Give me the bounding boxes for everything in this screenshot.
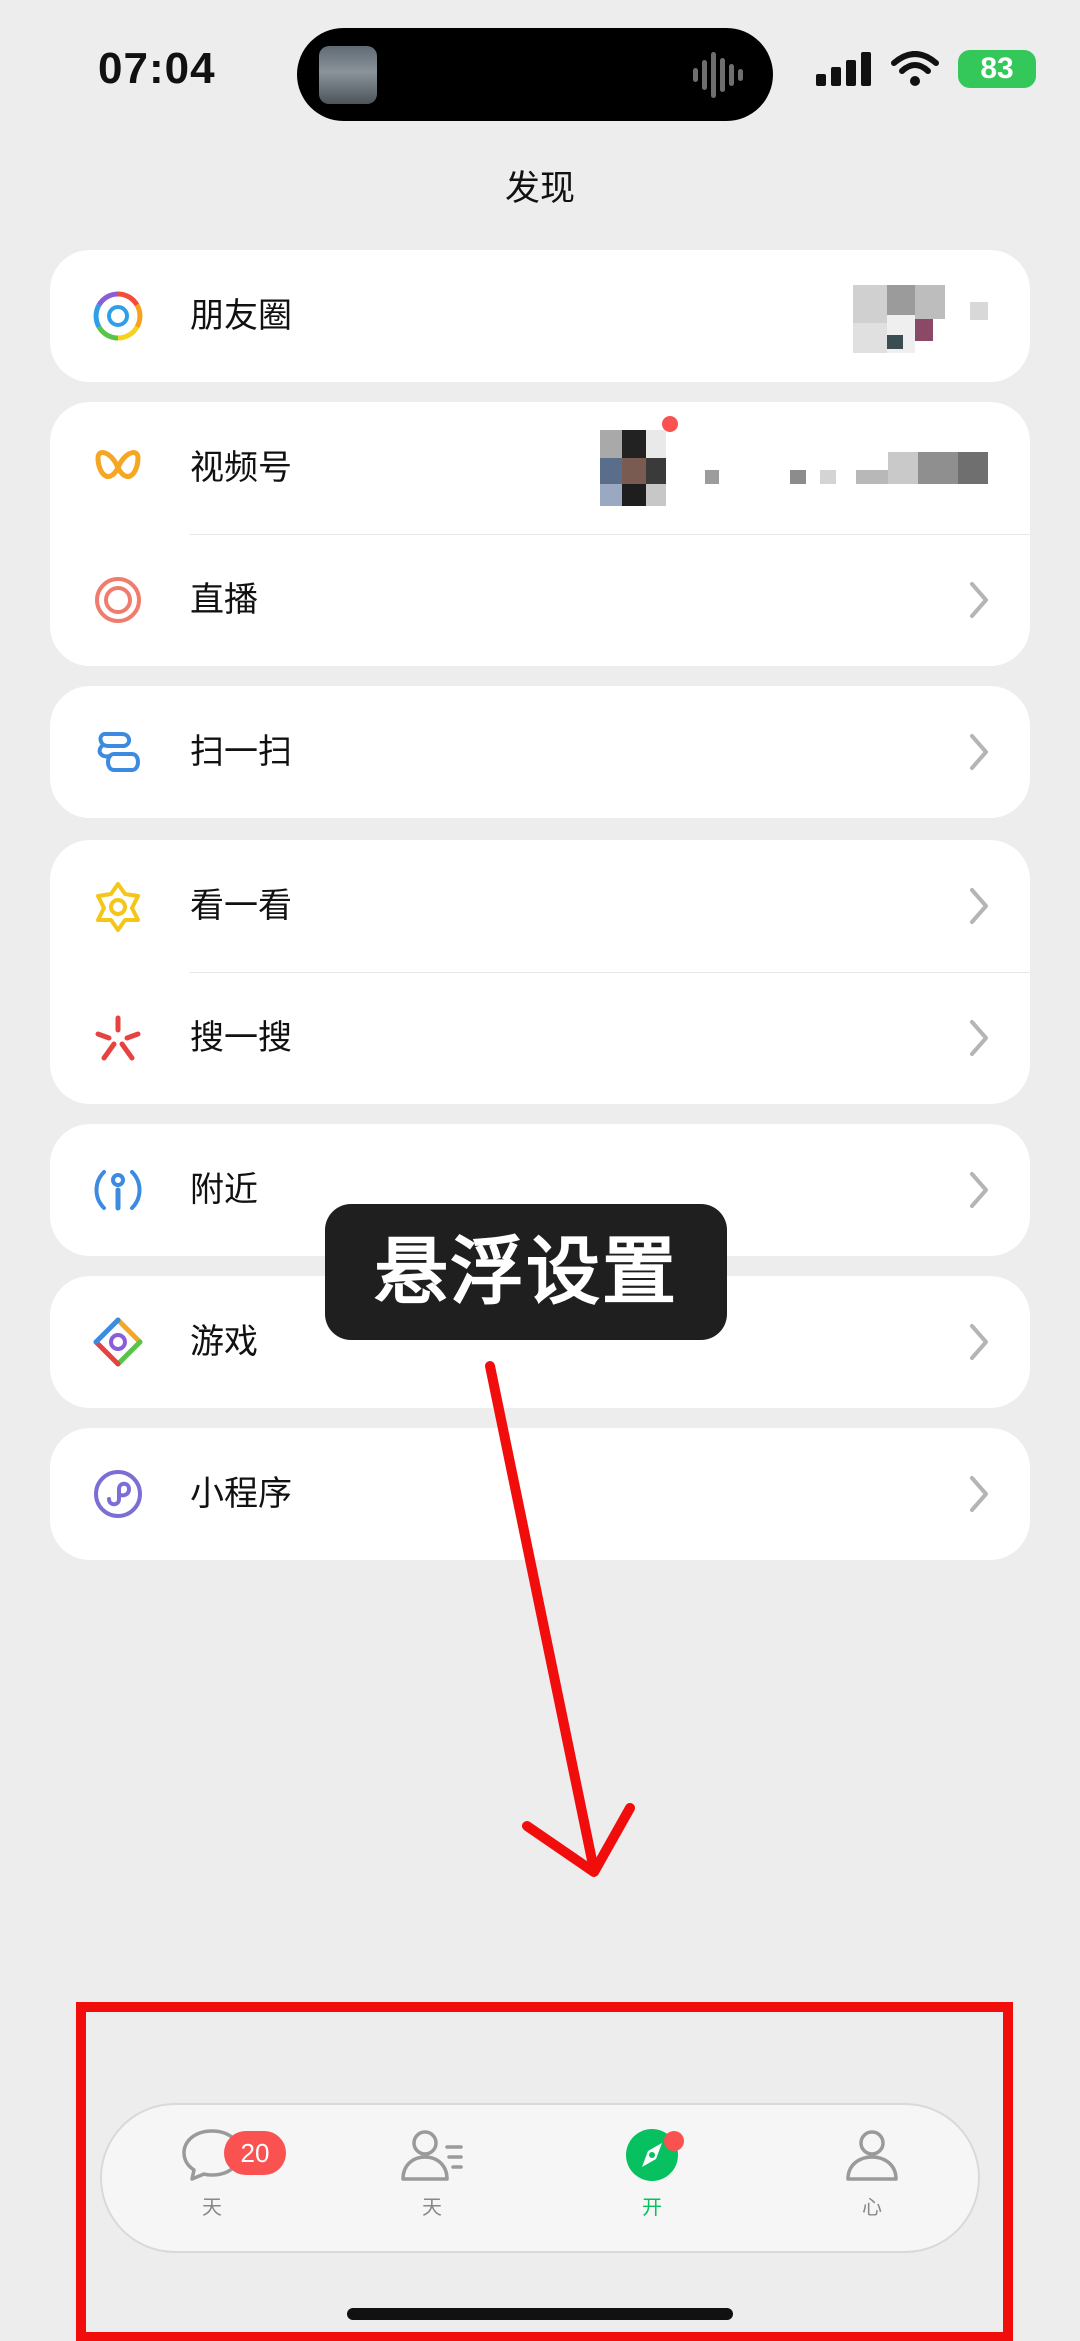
menu-item-moments[interactable]: 朋友圈 — [50, 250, 1030, 382]
menu-item-label: 看一看 — [190, 886, 292, 926]
menu-item-label: 搜一搜 — [190, 1018, 292, 1058]
floating-settings-label: 悬浮设置 — [325, 1204, 727, 1340]
tab-label: 心 — [862, 2195, 882, 2219]
chevron-right-icon — [970, 1020, 988, 1056]
menu-item-mini-programs[interactable]: 小程序 — [50, 1428, 1030, 1560]
menu-item-scan[interactable]: 扫一扫 — [50, 686, 1030, 818]
menu-item-label: 附近 — [190, 1170, 258, 1210]
mini-programs-icon — [94, 1470, 142, 1518]
chevron-right-icon — [970, 1324, 988, 1360]
signal-icon — [816, 52, 871, 86]
chevron-right-icon — [970, 734, 988, 770]
tab-label: 开 — [642, 2195, 662, 2219]
games-icon — [93, 1317, 143, 1367]
tab-chats[interactable]: 天 20 — [132, 2127, 292, 2237]
battery-indicator: 83 — [958, 50, 1036, 88]
chevron-right-icon — [970, 1172, 988, 1208]
top-stories-icon — [96, 882, 140, 932]
live-icon — [95, 577, 141, 623]
home-indicator[interactable] — [347, 2308, 733, 2320]
dynamic-island[interactable] — [297, 28, 773, 121]
menu-item-channels[interactable]: 视频号 — [50, 402, 1030, 534]
menu-item-live[interactable]: 直播 — [50, 534, 1030, 666]
section-scan: 扫一扫 — [50, 686, 1030, 818]
status-time: 07:04 — [98, 44, 216, 93]
section-moments: 朋友圈 — [50, 250, 1030, 382]
moments-icon — [93, 291, 143, 341]
notification-dot — [664, 2131, 684, 2151]
tab-contacts[interactable]: 天 — [352, 2127, 512, 2237]
channels-icon — [95, 450, 141, 479]
menu-item-label: 视频号 — [190, 448, 292, 488]
tab-me[interactable]: 心 — [792, 2127, 952, 2237]
media-thumbnail — [319, 46, 377, 104]
chevron-right-icon — [970, 1476, 988, 1512]
menu-item-label: 小程序 — [190, 1474, 292, 1514]
menu-item-search[interactable]: 搜一搜 — [50, 972, 1030, 1104]
section-mini-programs: 小程序 — [50, 1428, 1030, 1560]
floating-tab-bar: 天 20 天 开 心 — [100, 2103, 980, 2253]
nearby-icon — [94, 1170, 142, 1211]
search-icon — [95, 1015, 141, 1061]
person-icon — [846, 2130, 898, 2181]
menu-item-label: 朋友圈 — [190, 296, 292, 336]
chevron-right-icon — [970, 888, 988, 924]
page-title: 发现 — [504, 169, 575, 209]
unread-badge: 20 — [224, 2131, 286, 2175]
status-indicators: 83 — [816, 50, 1036, 88]
audio-wave-icon — [693, 52, 743, 98]
tab-label: 天 — [422, 2195, 442, 2219]
menu-item-label: 扫一扫 — [190, 732, 292, 772]
contacts-icon — [401, 2130, 463, 2181]
menu-item-label: 直播 — [190, 580, 258, 620]
section-channels-live: 视频号 直播 — [50, 402, 1030, 666]
menu-item-top-stories[interactable]: 看一看 — [50, 840, 1030, 972]
tab-label: 天 — [202, 2195, 222, 2219]
wifi-icon — [891, 51, 939, 86]
scan-icon — [97, 732, 140, 772]
chevron-right-icon — [970, 582, 988, 618]
tab-discover[interactable]: 开 — [572, 2127, 732, 2237]
section-top-stories-search: 看一看 搜一搜 — [50, 840, 1030, 1104]
menu-item-label: 游戏 — [190, 1322, 258, 1362]
